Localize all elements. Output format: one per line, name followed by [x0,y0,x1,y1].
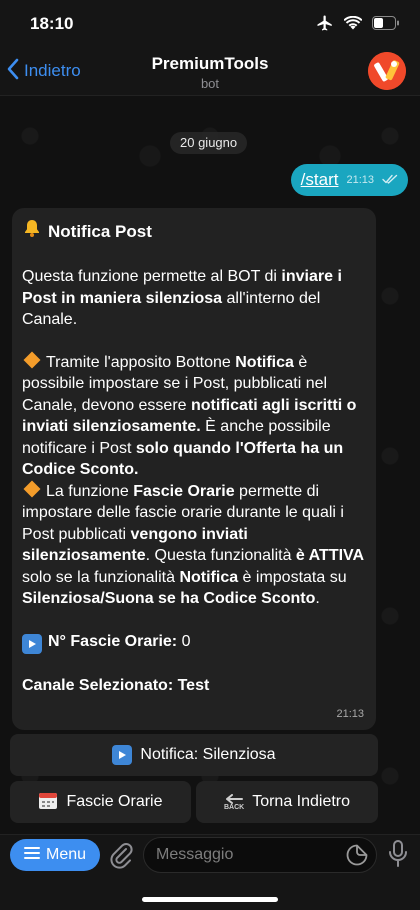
battery-icon [372,16,400,30]
microphone-icon[interactable] [388,840,408,873]
notify-silent-button[interactable]: Notifica: Silenziosa [10,734,378,776]
message-title: Notifica Post [22,218,366,245]
bot-avatar[interactable] [368,52,406,90]
paperclip-icon[interactable] [108,841,134,874]
back-arrow-icon: BACK [224,793,244,811]
wifi-icon [344,16,362,30]
chat-title[interactable]: PremiumTools [0,54,420,74]
airplane-icon [316,14,334,32]
chat-subtitle: bot [200,76,220,91]
incoming-message[interactable]: Notifica Post Questa funzione permette a… [12,208,376,730]
message-selected-channel: Canale Selezionato: Test [22,676,210,694]
bell-icon [22,218,42,245]
outgoing-message[interactable]: /start 21:13 [290,164,408,196]
status-bar: 18:10 [0,0,420,48]
menu-label: Menu [45,846,87,863]
chat-header: Indietro PremiumTools bot [0,48,420,96]
hamburger-icon [23,846,40,865]
message-paragraph-slots: La funzione Fascie Orarie permette di im… [22,480,366,610]
status-time: 18:10 [30,14,74,33]
orange-diamond-icon [23,351,41,368]
outgoing-message-text[interactable]: /start [301,170,339,190]
message-input-bar: Menu [0,834,420,910]
outgoing-message-time: 21:13 [346,174,374,186]
chat-area[interactable]: 20 giugno /start 21:13 Notifica Post Que… [0,96,420,834]
incoming-message-time: 21:13 [336,708,364,720]
go-back-label: Torna Indietro [252,793,351,810]
time-slots-label: Fascie Orarie [66,793,163,810]
go-back-button[interactable]: BACK Torna Indietro [196,781,378,823]
menu-button[interactable]: Menu [10,839,100,871]
message-paragraph-notify: Tramite l'apposito Bottone Notifica è po… [22,351,366,481]
time-slots-button[interactable]: Fascie Orarie [10,781,191,823]
message-paragraph-intro: Questa funzione permette al BOT di invia… [22,268,342,328]
home-indicator [142,897,278,902]
date-separator: 20 giugno [170,132,248,154]
calendar-icon [38,790,58,815]
play-icon [22,633,42,654]
notify-silent-label: Notifica: Silenziosa [140,746,276,763]
play-icon [112,745,133,765]
message-title-text: Notifica Post [48,221,152,241]
sticker-icon[interactable] [346,844,368,871]
status-icons [316,14,400,32]
double-check-icon [382,171,398,189]
message-slot-count: N° Fascie Orarie: 0 [22,631,366,654]
orange-diamond-icon [23,480,41,497]
message-input[interactable] [143,837,377,873]
